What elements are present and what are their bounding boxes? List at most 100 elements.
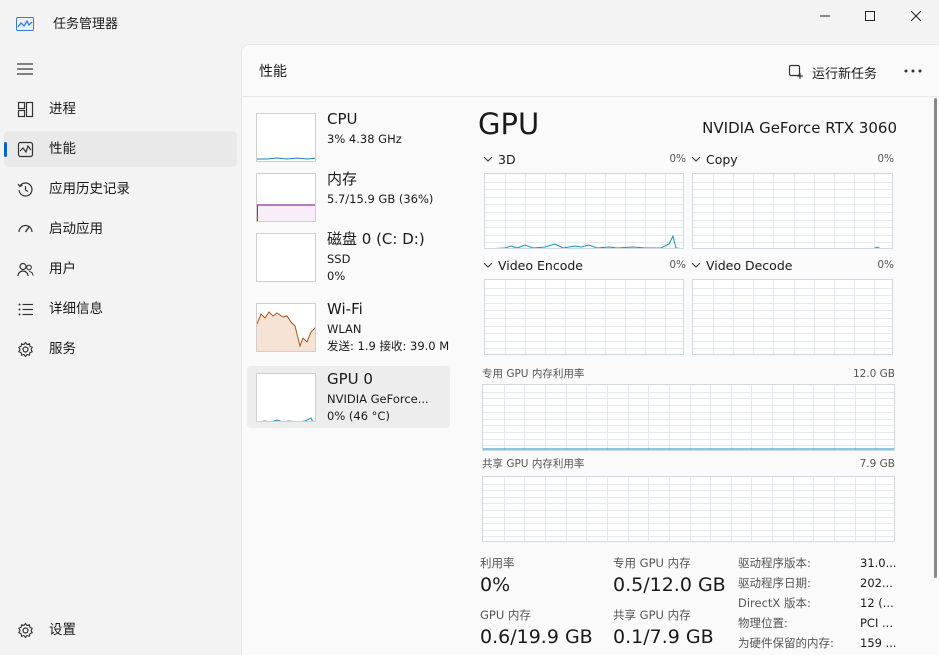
sidebar-item-users[interactable]: 用户	[4, 251, 237, 287]
utilization-value: 0%	[480, 574, 511, 596]
sidebar-item-settings[interactable]: 设置	[4, 612, 237, 648]
device-item-cpu[interactable]: CPU 3% 4.38 GHz	[247, 106, 450, 168]
device-item-memory[interactable]: 内存 5.7/15.9 GB (36%)	[247, 166, 450, 228]
gpu-memory-label: GPU 内存	[480, 608, 531, 622]
sidebar-item-label: 服务	[49, 341, 76, 357]
dedicated-memory-max: 12.0 GB	[852, 368, 895, 380]
shared-gpu-memory-value: 0.1/7.9 GB	[613, 626, 714, 648]
sidebar-item-startup-apps[interactable]: 启动应用	[4, 211, 237, 247]
sidebar-item-performance[interactable]: 性能	[4, 131, 237, 167]
graph-shared-memory	[482, 476, 895, 542]
chevron-down-icon	[484, 157, 492, 162]
usage-line	[873, 246, 881, 248]
gpu-heading: GPU	[478, 107, 540, 141]
hamburger-menu-button[interactable]	[16, 61, 34, 77]
chevron-down-icon	[692, 263, 700, 268]
engine-selector-3d[interactable]: 3D	[484, 152, 516, 167]
startup-apps-icon	[18, 224, 33, 233]
services-icon	[18, 341, 33, 358]
task-manager-icon	[16, 17, 34, 31]
info-key: 驱动程序版本:	[738, 556, 811, 570]
device-detail: SSD	[327, 252, 351, 266]
graph-video-decode	[692, 279, 893, 355]
device-name: Wi-Fi	[327, 300, 363, 318]
engine-name: Copy	[706, 152, 738, 167]
device-detail: 5.7/15.9 GB (36%)	[327, 192, 434, 206]
graph-3d	[484, 173, 684, 249]
dedicated-memory-label: 专用 GPU 内存利用率	[482, 368, 585, 380]
sidebar-item-label: 进程	[49, 101, 76, 117]
info-key: 为硬件保留的内存:	[738, 636, 834, 650]
graph-video-encode	[484, 279, 684, 355]
device-name: GPU 0	[327, 370, 373, 388]
memory-thumbnail-graph	[256, 173, 316, 222]
sidebar-item-services[interactable]: 服务	[4, 331, 237, 367]
info-value: 202...	[860, 576, 893, 590]
sidebar-item-label: 设置	[49, 622, 76, 638]
device-name: CPU	[327, 110, 358, 128]
engine-name: Video Encode	[498, 258, 583, 273]
more-options-button[interactable]	[901, 61, 925, 81]
device-detail: WLAN	[327, 322, 362, 336]
device-item-wifi[interactable]: Wi-Fi WLAN 发送: 1.9 接收: 39.0 M	[247, 296, 450, 358]
sidebar-item-label: 详细信息	[49, 301, 103, 317]
engine-selector-copy[interactable]: Copy	[692, 152, 738, 167]
graph-copy	[692, 173, 893, 249]
minimize-icon	[820, 15, 830, 17]
info-key: DirectX 版本:	[738, 596, 811, 610]
info-value: PCI ...	[860, 616, 893, 630]
gpu-model-name: NVIDIA GeForce RTX 3060	[702, 119, 897, 137]
sidebar-item-processes[interactable]: 进程	[4, 91, 237, 127]
sidebar-item-label: 性能	[49, 141, 76, 157]
gear-icon	[18, 622, 33, 639]
engine-percent: 0%	[877, 259, 894, 271]
gpu-memory-value: 0.6/19.9 GB	[480, 626, 593, 648]
gpu-thumbnail-graph	[256, 373, 316, 422]
device-name: 内存	[327, 170, 358, 188]
title-bar: 任务管理器	[0, 0, 939, 46]
processes-icon	[17, 101, 34, 118]
page-title: 性能	[259, 64, 287, 80]
device-item-disk[interactable]: 磁盘 0 (C: D:) SSD 0%	[247, 226, 450, 288]
maximize-button[interactable]	[847, 0, 893, 32]
engine-selector-video-decode[interactable]: Video Decode	[692, 258, 792, 273]
sidebar-item-details[interactable]: 详细信息	[4, 291, 237, 327]
users-icon	[17, 262, 34, 277]
engine-selector-video-encode[interactable]: Video Encode	[484, 258, 583, 273]
engine-name: 3D	[498, 152, 516, 167]
cpu-thumbnail-graph	[256, 113, 316, 162]
shared-memory-max: 7.9 GB	[859, 458, 895, 470]
minimize-button[interactable]	[802, 0, 848, 32]
shared-gpu-memory-label: 共享 GPU 内存	[613, 608, 691, 622]
info-value: 12 (...	[860, 596, 894, 610]
shared-memory-label: 共享 GPU 内存利用率	[482, 458, 585, 470]
info-value: 31.0...	[860, 556, 897, 570]
disk-thumbnail-graph	[256, 233, 316, 282]
device-detail: NVIDIA GeForce...	[327, 392, 429, 406]
app-history-icon	[17, 182, 33, 197]
info-key: 物理位置:	[738, 616, 788, 630]
device-detail: 3% 4.38 GHz	[327, 132, 402, 146]
device-item-gpu[interactable]: GPU 0 NVIDIA GeForce... 0% (46 °C)	[247, 366, 450, 428]
device-detail: 0% (46 °C)	[327, 409, 390, 423]
active-indicator	[4, 142, 7, 157]
run-new-task-button[interactable]: 运行新任务	[788, 62, 877, 82]
panel-header: 性能 运行新任务	[242, 45, 939, 97]
engine-percent: 0%	[669, 153, 686, 165]
details-icon	[18, 303, 33, 316]
scrollbar[interactable]	[934, 98, 937, 578]
graph-dedicated-memory	[482, 384, 895, 451]
utilization-label: 利用率	[480, 556, 515, 570]
run-task-label: 运行新任务	[812, 66, 878, 82]
window-title: 任务管理器	[53, 17, 119, 32]
engine-percent: 0%	[877, 153, 894, 165]
sidebar-item-label: 用户	[49, 261, 76, 277]
info-key: 驱动程序日期:	[738, 576, 811, 590]
device-detail: 发送: 1.9 接收: 39.0 M	[327, 339, 450, 353]
close-button[interactable]	[893, 0, 939, 32]
sidebar-item-label: 应用历史记录	[49, 181, 130, 197]
sidebar-item-app-history[interactable]: 应用历史记录	[4, 171, 237, 207]
hamburger-icon	[17, 63, 33, 75]
run-task-icon	[788, 64, 803, 79]
info-value: 159 ...	[860, 636, 897, 650]
